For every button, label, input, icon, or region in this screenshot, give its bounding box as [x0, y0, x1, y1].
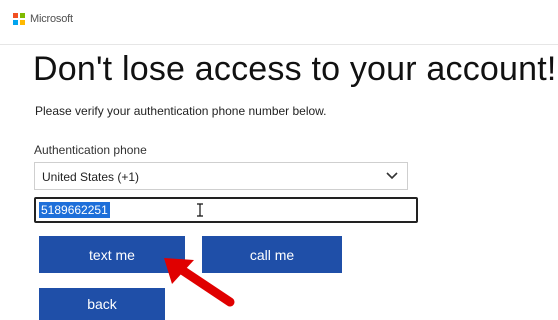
red-arrow-icon [164, 258, 235, 307]
country-select-value: United States (+1) [42, 170, 140, 184]
chevron-down-icon [386, 172, 398, 180]
text-cursor-icon [197, 203, 203, 217]
page-title: Don't lose access to your account! [33, 50, 557, 88]
back-button[interactable]: back [39, 288, 165, 320]
microsoft-logo-icon [13, 13, 25, 25]
header: Microsoft [0, 0, 558, 45]
brand-name: Microsoft [30, 13, 73, 25]
phone-number-input[interactable]: 5189662251 [34, 197, 418, 223]
phone-number-selected-text: 5189662251 [39, 202, 110, 218]
country-select[interactable]: United States (+1) [34, 162, 408, 190]
microsoft-logo: Microsoft [13, 13, 73, 25]
page-subtitle: Please verify your authentication phone … [35, 104, 327, 118]
authentication-phone-label: Authentication phone [34, 143, 147, 157]
